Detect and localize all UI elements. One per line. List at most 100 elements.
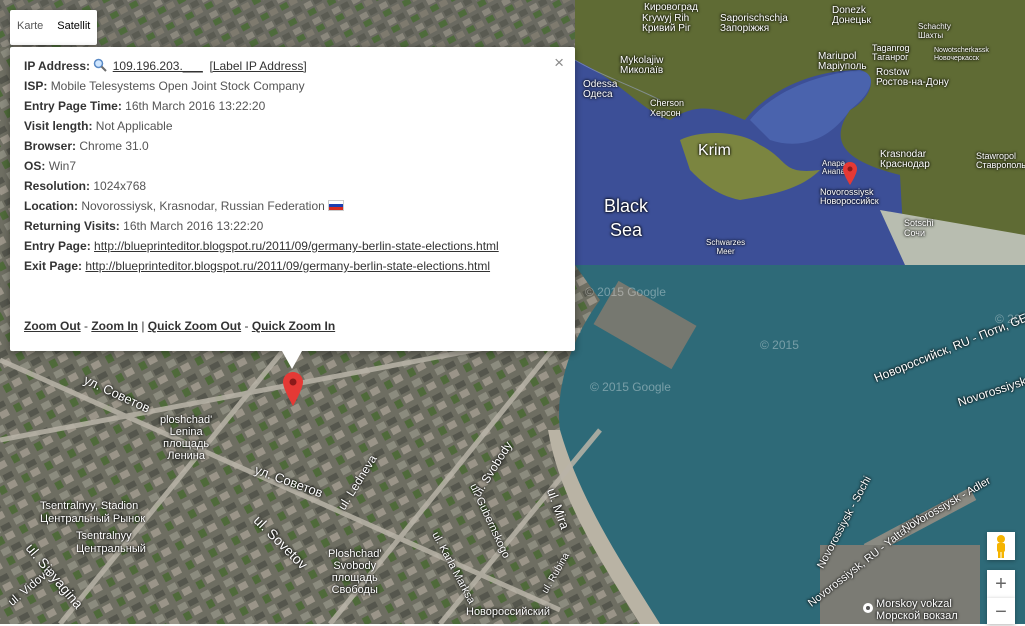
location-value: Novorossiysk, Krasnodar, Russian Federat… xyxy=(81,199,325,213)
ip-address-value[interactable]: 109.196.203.___ xyxy=(113,59,203,73)
label-tsentral4: Центральный xyxy=(76,543,146,555)
label-anapa-cyr: Анапа xyxy=(822,167,845,176)
copyright-4: © 20 xyxy=(995,312,1021,326)
label-krasnodar-cyr: Краснодар xyxy=(880,159,930,170)
row-exit-page: Exit Page: http://blueprinteditor.blogsp… xyxy=(24,258,499,278)
visit-length-label: Visit length: xyxy=(24,119,93,133)
resolution-label: Resolution: xyxy=(24,179,90,193)
close-icon[interactable]: × xyxy=(554,53,564,73)
label-krywyj-cyr: Кривий Ріг xyxy=(642,23,691,34)
label-odessa-cyr: Одеса xyxy=(583,89,613,100)
label-krim: Krim xyxy=(698,142,731,159)
zoom-sep-2: | xyxy=(138,319,148,333)
label-schwarzes: Schwarzes xyxy=(706,238,746,247)
isp-value: Mobile Telesystems Open Joint Stock Comp… xyxy=(50,79,305,93)
entry-page-link[interactable]: http://blueprinteditor.blogspot.ru/2011/… xyxy=(94,239,499,253)
street-view-pegman-icon[interactable] xyxy=(987,532,1015,560)
location-label: Location: xyxy=(24,199,78,213)
label-meer: Meer xyxy=(716,247,735,256)
row-entry-time: Entry Page Time: 16th March 2016 13:22:2… xyxy=(24,98,499,118)
returning-visits-value: 16th March 2016 13:22:20 xyxy=(123,219,264,233)
row-isp: ISP: Mobile Telesystems Open Joint Stock… xyxy=(24,78,499,98)
row-visit-length: Visit length: Not Applicable xyxy=(24,118,499,138)
label-taganrog-cyr: Таганрог xyxy=(872,52,909,62)
label-psvob2: Svobody xyxy=(333,560,377,572)
label-rostov-cyr: Ростов-на-Дону xyxy=(876,77,949,88)
zoom-in-button[interactable]: + xyxy=(987,570,1015,598)
exit-page-label: Exit Page: xyxy=(24,259,83,273)
zoom-out-link[interactable]: Zoom Out xyxy=(24,319,81,333)
label-cherson-cyr: Херсон xyxy=(650,108,681,118)
label-ip-address-link[interactable]: [Label IP Address] xyxy=(209,59,306,73)
entry-time-value: 16th March 2016 13:22:20 xyxy=(125,99,266,113)
label-psvob3: площадь xyxy=(331,572,378,584)
label-plenin4: Ленина xyxy=(167,450,205,462)
zoom-out-button[interactable]: − xyxy=(987,598,1015,624)
label-psvob4: Свободы xyxy=(331,584,378,596)
label-mariupol-cyr: Маріуполь xyxy=(818,61,867,72)
row-entry-page: Entry Page: http://blueprinteditor.blogs… xyxy=(24,238,499,258)
label-black: Black xyxy=(604,196,649,216)
label-sea: Sea xyxy=(609,220,643,240)
label-morskoy-cyr: Морской вокзал xyxy=(876,610,958,622)
label-sotschi-cyr: Сочи xyxy=(904,228,926,238)
browser-label: Browser: xyxy=(24,139,77,153)
exit-page-link[interactable]: http://blueprinteditor.blogspot.ru/2011/… xyxy=(85,259,490,273)
row-browser: Browser: Chrome 31.0 xyxy=(24,138,499,158)
os-value: Win7 xyxy=(48,159,77,173)
map-type-satellit-button[interactable]: Satellit xyxy=(50,10,97,45)
inset-location-pin-icon[interactable] xyxy=(843,162,857,186)
label-schachty: Schachty xyxy=(918,22,951,31)
label-psvob: Ploshchad' xyxy=(328,548,382,560)
label-tsentral: Tsentralnyy, Stadion xyxy=(40,500,139,512)
ip-address-label: IP Address: xyxy=(24,59,91,73)
copyright-1: © 2015 Google xyxy=(585,285,666,299)
label-mykolajiw-cyr: Миколаїв xyxy=(620,65,664,76)
label-novor-inset-cyr: Новороссийск xyxy=(820,196,879,206)
isp-label: ISP: xyxy=(24,79,48,93)
label-novor-main: Новороссийский xyxy=(466,606,551,618)
row-location: Location: Novorossiysk, Krasnodar, Russi… xyxy=(24,198,499,218)
search-icon[interactable] xyxy=(93,58,108,72)
label-donezk-cyr: Донецьк xyxy=(832,15,871,26)
zoom-sep-3: - xyxy=(241,319,252,333)
label-morskoy: Morskoy vokzal xyxy=(876,598,952,610)
visitor-details: IP Address: 109.196.203.___ [Label IP Ad… xyxy=(24,58,499,278)
entry-page-label: Entry Page: xyxy=(24,239,91,253)
copyright-2: © 2015 xyxy=(760,338,799,352)
os-label: OS: xyxy=(24,159,46,173)
zoom-sep-1: - xyxy=(80,319,92,333)
row-os: OS: Win7 xyxy=(24,158,499,178)
label-plenin2: Lenina xyxy=(169,426,203,438)
label-tsentral2: Центральный Рынок xyxy=(40,513,146,525)
quick-zoom-out-link[interactable]: Quick Zoom Out xyxy=(148,319,241,333)
label-zap-cyr: Запоріжжя xyxy=(720,23,770,34)
map-type-karte-button[interactable]: Karte xyxy=(10,10,50,45)
info-window: × IP Address: 109.196.203.___ [Label IP … xyxy=(10,47,575,369)
label-cherson: Cherson xyxy=(650,98,685,108)
label-schachty-cyr: Шахты xyxy=(918,31,944,40)
browser-value: Chrome 31.0 xyxy=(79,139,149,153)
label-kirovograd: Кировоград xyxy=(644,2,698,13)
label-nowo: Nowotscherkassk xyxy=(934,47,989,54)
row-ip-address: IP Address: 109.196.203.___ [Label IP Ad… xyxy=(24,58,499,78)
resolution-value: 1024x768 xyxy=(93,179,147,193)
visit-length-value: Not Applicable xyxy=(95,119,173,133)
label-plenin3: площадь xyxy=(163,438,210,450)
location-pin-icon[interactable] xyxy=(283,372,303,406)
returning-visits-label: Returning Visits: xyxy=(24,219,120,233)
label-sotschi: Sotschi xyxy=(904,218,934,228)
label-tsentral3: Tsentralnyy xyxy=(76,530,132,542)
row-returning-visits: Returning Visits: 16th March 2016 13:22:… xyxy=(24,218,499,238)
station-icon xyxy=(863,603,873,613)
map-type-control: Karte Satellit xyxy=(10,10,98,45)
row-resolution: Resolution: 1024x768 xyxy=(24,178,499,198)
label-nowo-cyr: Новочеркасск xyxy=(934,55,979,62)
russia-flag-icon xyxy=(327,200,344,211)
label-stawropol-cyr: Ставрополь xyxy=(976,160,1025,170)
zoom-in-link[interactable]: Zoom In xyxy=(91,319,138,333)
copyright-3: © 2015 Google xyxy=(590,380,671,394)
quick-zoom-in-link[interactable]: Quick Zoom In xyxy=(252,319,335,333)
entry-time-label: Entry Page Time: xyxy=(24,99,122,113)
zoom-links: Zoom Out - Zoom In | Quick Zoom Out - Qu… xyxy=(24,319,335,333)
